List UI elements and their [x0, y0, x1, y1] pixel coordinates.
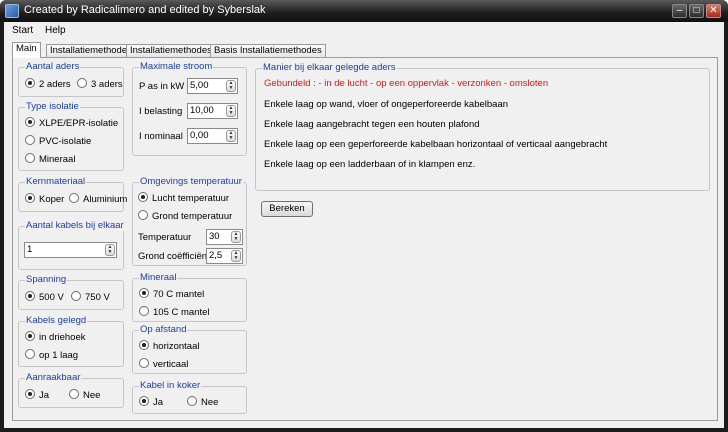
kabel-in-koker-ja-radio[interactable]: Ja: [139, 396, 163, 408]
aluminium-radio[interactable]: Aluminium: [69, 193, 127, 205]
mineraal-group: Mineraal 70 C mantel 105 C mantel: [132, 272, 247, 322]
window-title: Created by Radicalimero and edited by Sy…: [24, 4, 266, 16]
kabels-gelegd-group: Kabels gelegd in driehoek op 1 laag: [18, 315, 124, 367]
spanning-group: Spanning 500 V 750 V: [18, 274, 124, 310]
mineraal-label: Mineraal: [139, 272, 178, 283]
spin-arrows-icon[interactable]: ▲ ▼: [105, 244, 115, 256]
grond-coefficient-stepper[interactable]: 2,5 ▲ ▼: [206, 248, 243, 264]
aantal-kabels-label: Aantal kabels bij elkaar: [25, 220, 125, 231]
spin-arrows-icon[interactable]: ▲ ▼: [226, 80, 236, 92]
kabel-in-koker-group: Kabel in koker Ja Nee: [132, 380, 247, 414]
manier-option[interactable]: Enkele laag op een geperforeerde kabelba…: [264, 139, 607, 150]
client-area: Start Help Main Installatiemethodes 1 In…: [4, 22, 724, 428]
bereken-button[interactable]: Bereken: [261, 201, 313, 217]
verticaal-radio[interactable]: verticaal: [139, 358, 188, 370]
aantal-kabels-group: Aantal kabels bij elkaar 1 ▲ ▼: [18, 220, 125, 270]
p-as-in-kw-stepper[interactable]: 5,00 ▲ ▼: [187, 78, 238, 94]
p-as-in-kw-value: 5,00: [190, 80, 209, 91]
aantal-kabels-value: 1: [27, 244, 33, 255]
gebundeld-option[interactable]: Gebundeld : - in de lucht - op een opper…: [264, 78, 548, 89]
main-tab-panel: Aantal aders 2 aders 3 aders Type isolat…: [12, 57, 718, 421]
maximale-stroom-group: Maximale stroom P as in kW 5,00 ▲ ▼ I bel…: [132, 61, 247, 156]
kernmateriaal-label: Kernmateriaal: [25, 176, 87, 187]
p-as-in-kw-label: P as in kW: [139, 81, 185, 92]
in-driehoek-radio[interactable]: in driehoek: [25, 331, 85, 343]
lucht-temperatuur-radio[interactable]: Lucht temperatuur: [138, 192, 229, 204]
aanraakbaar-label: Aanraakbaar: [25, 372, 82, 383]
menu-help[interactable]: Help: [45, 25, 66, 36]
aantal-kabels-stepper[interactable]: 1 ▲ ▼: [24, 242, 117, 258]
menu-start[interactable]: Start: [12, 25, 33, 36]
aantal-aders-label: Aantal aders: [25, 61, 81, 72]
aantal-aders-group: Aantal aders 2 aders 3 aders: [18, 61, 124, 97]
aantal-aders-3-radio[interactable]: 3 aders: [77, 78, 123, 90]
i-nominaal-label: I nominaal: [139, 131, 183, 142]
op-1-laag-radio[interactable]: op 1 laag: [25, 349, 78, 361]
spin-arrows-icon[interactable]: ▲ ▼: [231, 250, 241, 262]
omgevings-temperatuur-group: Omgevings temperatuur Lucht temperatuur …: [132, 176, 247, 266]
kabel-in-koker-nee-radio[interactable]: Nee: [187, 396, 218, 408]
horizontaal-radio[interactable]: horizontaal: [139, 340, 199, 352]
i-nominaal-stepper[interactable]: 0,00 ▲ ▼: [187, 128, 238, 144]
manier-option[interactable]: Enkele laag op wand, vloer of ongeperfor…: [264, 99, 508, 110]
spin-arrows-icon[interactable]: ▲ ▼: [226, 105, 236, 117]
manier-label: Manier bij elkaar gelegde aders: [262, 62, 397, 73]
manier-option[interactable]: Enkele laag op een ladderbaan of in klam…: [264, 159, 475, 170]
spin-arrows-icon[interactable]: ▲ ▼: [231, 231, 241, 243]
temperatuur-value: 30: [209, 231, 220, 242]
xlpe-epr-radio[interactable]: XLPE/EPR-isolatie: [25, 117, 118, 129]
i-belasting-value: 10,00: [190, 105, 214, 116]
i-belasting-stepper[interactable]: 10,00 ▲ ▼: [187, 103, 238, 119]
kernmateriaal-group: Kernmateriaal Koper Aluminium: [18, 176, 127, 212]
kabel-in-koker-label: Kabel in koker: [139, 380, 202, 391]
op-afstand-label: Op afstand: [139, 324, 188, 335]
105c-mantel-radio[interactable]: 105 C mantel: [139, 306, 210, 318]
i-nominaal-value: 0,00: [190, 130, 209, 141]
i-belasting-label: I belasting: [139, 106, 183, 117]
aanraakbaar-nee-radio[interactable]: Nee: [69, 389, 100, 401]
op-afstand-group: Op afstand horizontaal verticaal: [132, 324, 247, 374]
spanning-500-radio[interactable]: 500 V: [25, 291, 64, 303]
menu-bar: Start Help: [4, 22, 724, 40]
grond-temperatuur-radio[interactable]: Grond temperatuur: [138, 210, 232, 222]
temperatuur-label: Temperatuur: [138, 232, 192, 243]
type-isolatie-label: Type isolatie: [25, 101, 80, 112]
spanning-750-radio[interactable]: 750 V: [71, 291, 110, 303]
mineraal-isolatie-radio[interactable]: Mineraal: [25, 153, 75, 165]
grond-coefficient-label: Grond coëfficiënt: [138, 251, 210, 262]
minimize-button[interactable]: –: [672, 4, 687, 18]
maximize-button[interactable]: □: [689, 4, 704, 18]
app-icon: [5, 4, 19, 18]
close-button[interactable]: ✕: [706, 4, 721, 18]
aanraakbaar-ja-radio[interactable]: Ja: [25, 389, 49, 401]
tab-basis-installatiemethodes[interactable]: Basis Installatiemethodes: [210, 44, 326, 58]
manier-group: Manier bij elkaar gelegde aders Gebundel…: [255, 62, 710, 191]
70c-mantel-radio[interactable]: 70 C mantel: [139, 288, 204, 300]
grond-coefficient-value: 2,5: [209, 250, 223, 261]
spanning-label: Spanning: [25, 274, 68, 285]
application-window: Created by Radicalimero and edited by Sy…: [0, 0, 728, 432]
aanraakbaar-group: Aanraakbaar Ja Nee: [18, 372, 124, 408]
koper-radio[interactable]: Koper: [25, 193, 64, 205]
maximale-stroom-label: Maximale stroom: [139, 61, 214, 72]
type-isolatie-group: Type isolatie XLPE/EPR-isolatie PVC-isol…: [18, 101, 124, 171]
kabels-gelegd-label: Kabels gelegd: [25, 315, 88, 326]
manier-option[interactable]: Enkele laag aangebracht tegen een houten…: [264, 119, 480, 130]
spin-arrows-icon[interactable]: ▲ ▼: [226, 130, 236, 142]
pvc-isolatie-radio[interactable]: PVC-isolatie: [25, 135, 91, 147]
tab-main[interactable]: Main: [12, 42, 41, 58]
omgevings-temperatuur-label: Omgevings temperatuur: [139, 176, 243, 187]
title-bar[interactable]: Created by Radicalimero and edited by Sy…: [0, 0, 728, 22]
temperatuur-stepper[interactable]: 30 ▲ ▼: [206, 229, 243, 245]
aantal-aders-2-radio[interactable]: 2 aders: [25, 78, 71, 90]
